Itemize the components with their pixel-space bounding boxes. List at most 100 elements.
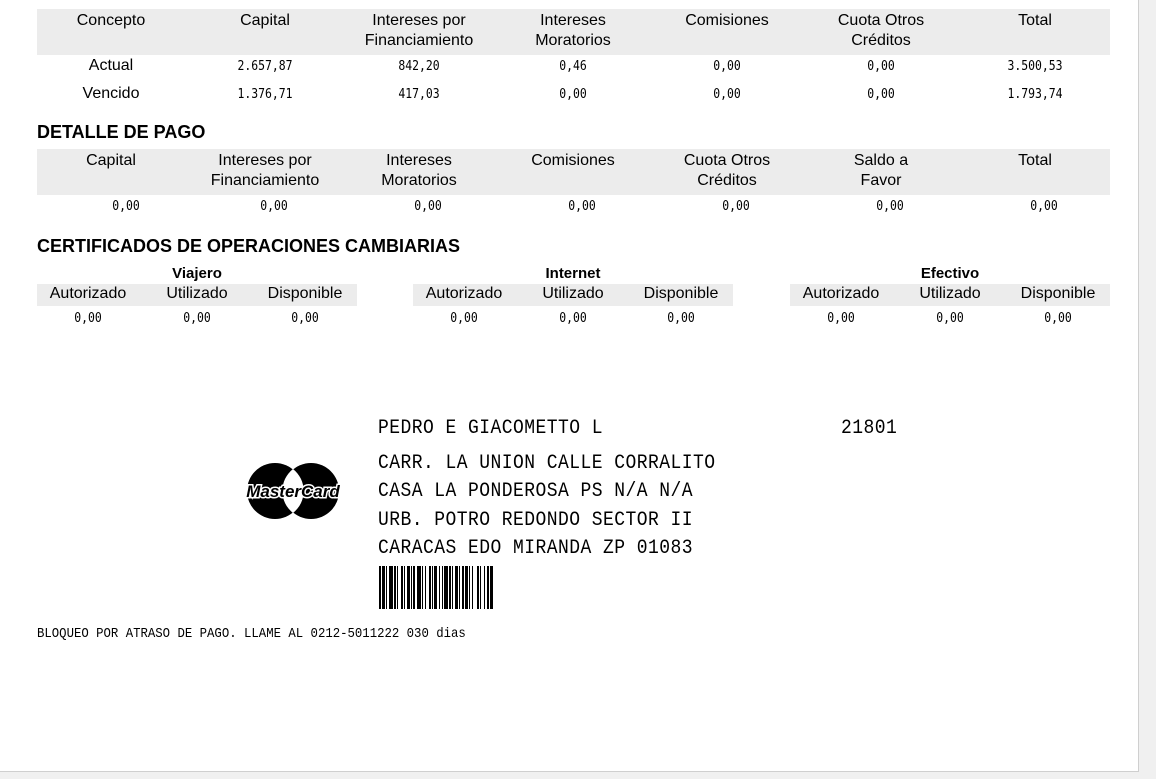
summary-column-header: Capital xyxy=(240,12,290,29)
certificate-group-title: Viajero xyxy=(172,265,222,282)
payment-cell: 0,00 xyxy=(260,199,288,214)
barcode-bar xyxy=(389,566,393,609)
payment-cell: 0,00 xyxy=(414,199,442,214)
certificate-cell: 0,00 xyxy=(450,311,478,326)
payment-column-header: Capital xyxy=(86,152,136,169)
payment-cell: 0,00 xyxy=(876,199,904,214)
barcode-bar xyxy=(455,566,458,609)
barcode-bar xyxy=(407,566,410,609)
certificate-column-header: Autorizado xyxy=(425,285,503,302)
recipient-code: 21801 xyxy=(841,417,898,440)
payment-notice: BLOQUEO POR ATRASO DE PAGO. LLAME AL 021… xyxy=(37,626,466,642)
certificate-column-header: Disponible xyxy=(267,285,343,302)
address-line-1: CARR. LA UNION CALLE CORRALITO xyxy=(378,452,716,475)
certificate-cell: 0,00 xyxy=(183,311,211,326)
barcode-bar xyxy=(432,566,433,609)
payment-cell: 0,00 xyxy=(112,199,140,214)
barcode-bar xyxy=(413,566,415,609)
summary-cell: 0,00 xyxy=(713,87,741,102)
barcode-bar xyxy=(465,566,468,609)
payment-column-header: Cuota Otros Créditos xyxy=(683,152,771,189)
certificate-cell: 0,00 xyxy=(936,311,964,326)
summary-cell: 0,00 xyxy=(867,87,895,102)
barcode-bar xyxy=(401,566,403,609)
certificate-column-header: Utilizado xyxy=(919,285,981,302)
barcode-bar xyxy=(444,566,448,609)
payment-cell: 0,00 xyxy=(722,199,750,214)
barcode-bar xyxy=(425,566,426,609)
summary-cell: 1.376,71 xyxy=(237,87,293,102)
certificate-group-title: Internet xyxy=(545,265,601,282)
summary-cell: 1.793,74 xyxy=(1007,87,1063,102)
summary-column-header: Comisiones xyxy=(685,12,769,29)
barcode-bar xyxy=(429,566,431,609)
mastercard-logo-text: MasterCard xyxy=(246,482,340,501)
summary-column-header: Intereses por Financiamiento xyxy=(364,12,474,49)
payment-column-header: Saldo a Favor xyxy=(853,152,909,189)
summary-cell: 3.500,53 xyxy=(1007,59,1063,74)
summary-column-header: Intereses Moratorios xyxy=(535,12,611,49)
barcode-bar xyxy=(411,566,412,609)
certificate-cell: 0,00 xyxy=(827,311,855,326)
certificate-column-header: Autorizado xyxy=(49,285,127,302)
certificate-column-header: Utilizado xyxy=(542,285,604,302)
barcode-bar xyxy=(379,566,381,609)
barcode-bar xyxy=(462,566,464,609)
barcode-bar xyxy=(469,566,470,609)
barcode-bar xyxy=(449,566,451,609)
barcode-bar xyxy=(490,566,493,609)
barcode-bar xyxy=(472,566,473,609)
summary-cell: 842,20 xyxy=(398,59,440,74)
certificate-cell: 0,00 xyxy=(74,311,102,326)
address-line-3: URB. POTRO REDONDO SECTOR II xyxy=(378,509,694,532)
summary-cell: 0,00 xyxy=(559,87,587,102)
barcode-bar xyxy=(452,566,453,609)
certificate-cell: 0,00 xyxy=(559,311,587,326)
payment-section-title: DETALLE DE PAGO xyxy=(37,122,206,142)
payment-column-header: Comisiones xyxy=(531,152,615,169)
certificate-column-header: Utilizado xyxy=(166,285,228,302)
barcode-bar xyxy=(397,566,398,609)
mastercard-logo: MasterCard xyxy=(244,460,342,522)
recipient-name: PEDRO E GIACOMETTO L xyxy=(378,417,604,440)
summary-row-label: Actual xyxy=(88,57,134,74)
statement-page: Concepto Capital Intereses por Financiamie… xyxy=(0,0,1139,772)
barcode-bar xyxy=(386,566,387,609)
address-line-2: CASA LA PONDEROSA PS N/A N/A xyxy=(378,480,694,503)
certificates-section-title: CERTIFICADOS DE OPERACIONES CAMBIARIAS xyxy=(37,236,461,256)
barcode-bar xyxy=(394,566,396,609)
summary-cell: 417,03 xyxy=(398,87,440,102)
summary-cell: 2.657,87 xyxy=(237,59,293,74)
summary-column-header: Total xyxy=(1018,12,1052,29)
payment-column-header: Intereses por Financiamiento xyxy=(210,152,320,189)
barcode-bar xyxy=(459,566,460,609)
barcode-bar xyxy=(417,566,421,609)
certificate-column-header: Disponible xyxy=(643,285,719,302)
barcode-bar xyxy=(487,566,489,609)
address-line-4: CARACAS EDO MIRANDA ZP 01083 xyxy=(378,537,694,560)
barcode-bar xyxy=(422,566,423,609)
certificate-group-title: Efectivo xyxy=(920,265,980,282)
summary-cell: 0,46 xyxy=(559,59,587,74)
summary-column-header: Concepto xyxy=(76,12,146,29)
certificate-column-header: Disponible xyxy=(1020,285,1096,302)
certificate-cell: 0,00 xyxy=(1044,311,1072,326)
summary-row-label: Vencido xyxy=(82,85,140,102)
summary-cell: 0,00 xyxy=(867,59,895,74)
barcode-bar xyxy=(442,566,443,609)
summary-column-header: Cuota Otros Créditos xyxy=(837,12,925,49)
payment-cell: 0,00 xyxy=(1030,199,1058,214)
barcode-bar xyxy=(439,566,440,609)
barcode-bar xyxy=(484,566,485,609)
summary-cell: 0,00 xyxy=(713,59,741,74)
payment-column-header: Total xyxy=(1018,152,1052,169)
barcode-bar xyxy=(477,566,479,609)
barcode-bar xyxy=(382,566,385,609)
payment-column-header: Intereses Moratorios xyxy=(381,152,457,189)
payment-cell: 0,00 xyxy=(568,199,596,214)
certificate-cell: 0,00 xyxy=(291,311,319,326)
barcode-bar xyxy=(434,566,437,609)
postal-barcode xyxy=(378,566,660,609)
certificate-column-header: Autorizado xyxy=(802,285,880,302)
certificate-cell: 0,00 xyxy=(667,311,695,326)
